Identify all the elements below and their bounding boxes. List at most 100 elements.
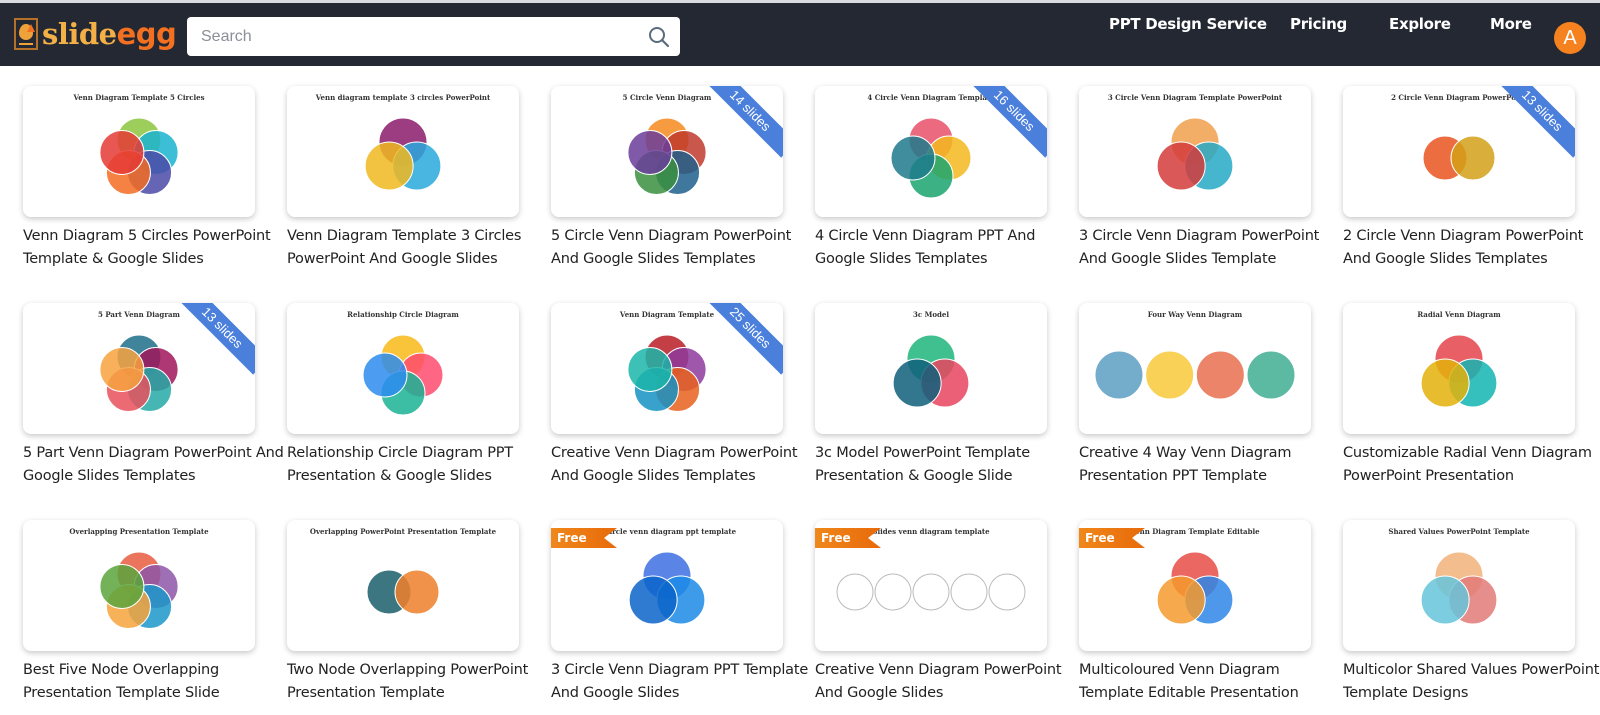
search-button[interactable] (638, 17, 680, 56)
thumbnail-preview: Four Way Venn Diagram (1094, 310, 1296, 400)
nav-explore[interactable]: Explore (1389, 15, 1451, 33)
template-thumbnail[interactable]: 3 circle venn diagram ppt template Free (551, 520, 783, 651)
template-thumbnail[interactable]: Four Way Venn Diagram (1079, 303, 1311, 434)
venn-circle (836, 573, 874, 611)
thumbnail-title: Overlapping Presentation Template (69, 527, 209, 536)
venn-circle (99, 129, 145, 175)
venn-circle (950, 573, 988, 611)
template-thumbnail[interactable]: Venn Diagram Template Editable Free (1079, 520, 1311, 651)
venn-circle (1420, 575, 1470, 625)
venn-circle (628, 575, 678, 625)
template-title-link[interactable]: Venn Diagram Template 3 Circles PowerPoi… (287, 225, 549, 271)
template-card[interactable]: 5 Circle Venn Diagram 14 slides 5 Circle V… (551, 86, 791, 271)
venn-circle (1156, 141, 1206, 191)
thumbnail-title: Venn Diagram Template 5 Circles (72, 93, 204, 102)
template-title-link[interactable]: 4 Circle Venn Diagram PPT And Google Sli… (815, 225, 1077, 271)
thumbnail-title: Venn Diagram Template (619, 310, 715, 319)
venn-circle (362, 352, 408, 398)
template-title-link[interactable]: Best Five Node Overlapping Presentation … (23, 659, 285, 705)
template-thumbnail[interactable]: 5 Part Venn Diagram 13 slides (23, 303, 255, 434)
thumbnail-preview: 3c Model (892, 310, 970, 408)
template-thumbnail[interactable]: 3c Model (815, 303, 1047, 434)
logo-text-slide: slide (42, 17, 117, 51)
thumbnail-preview: Venn diagram template 3 circles PowerPoi… (315, 93, 491, 191)
template-card[interactable]: Shared Values PowerPoint Template Multico… (1343, 520, 1599, 705)
venn-circle (890, 135, 936, 181)
template-title-link[interactable]: 3 Circle Venn Diagram PowerPoint And Goo… (1079, 225, 1341, 271)
template-title-link[interactable]: Creative Venn Diagram PowerPoint And Goo… (815, 659, 1077, 705)
slideegg-logo[interactable]: slideegg (14, 17, 177, 51)
template-thumbnail[interactable]: 2 Circle Venn Diagram PowerPoint 13 slide… (1343, 86, 1575, 217)
template-title-link[interactable]: Creative 4 Way Venn Diagram Presentation… (1079, 442, 1341, 488)
template-thumbnail[interactable]: Shared Values PowerPoint Template (1343, 520, 1575, 651)
template-thumbnail[interactable]: Venn diagram template 3 circles PowerPoi… (287, 86, 519, 217)
venn-circle (1420, 358, 1470, 408)
template-thumbnail[interactable]: Radial Venn Diagram (1343, 303, 1575, 434)
nav-ppt-design-service[interactable]: PPT Design Service (1109, 15, 1267, 33)
thumbnail-title: 5 Circle Venn Diagram (623, 93, 712, 102)
template-card[interactable]: 3 circle venn diagram ppt template Free 3 … (551, 520, 808, 705)
template-thumbnail[interactable]: 3 Circle Venn Diagram Template PowerPoin… (1079, 86, 1311, 217)
thumbnail-title: Relationship Circle Diagram (347, 310, 459, 319)
template-card[interactable]: Overlapping PowerPoint Presentation Temp… (287, 520, 528, 705)
venn-circle (394, 569, 440, 615)
template-card[interactable]: 3c Model 3c Model PowerPoint Template Pre… (815, 303, 1051, 488)
template-title-link[interactable]: Relationship Circle Diagram PPT Presenta… (287, 442, 549, 488)
template-card[interactable]: Venn diagram template 3 circles PowerPoi… (287, 86, 523, 271)
nav-more[interactable]: More (1490, 15, 1532, 33)
template-title-link[interactable]: Creative Venn Diagram PowerPoint And Goo… (551, 442, 813, 488)
template-thumbnail[interactable]: Venn Diagram Template 25 slides (551, 303, 783, 434)
template-thumbnail[interactable]: Overlapping Presentation Template (23, 520, 255, 651)
thumbnail-preview: Shared Values PowerPoint Template (1388, 527, 1530, 625)
thumbnail-preview: Overlapping Presentation Template (69, 527, 209, 630)
template-thumbnail[interactable]: 5 Circle Venn Diagram 14 slides (551, 86, 783, 217)
search-input[interactable] (187, 17, 638, 56)
template-thumbnail[interactable]: Overlapping PowerPoint Presentation Temp… (287, 520, 519, 651)
template-card[interactable]: Venn Diagram Template Editable Free Multic… (1079, 520, 1315, 705)
template-title-link[interactable]: 2 Circle Venn Diagram PowerPoint And Goo… (1343, 225, 1600, 271)
thumbnail-preview: Relationship Circle Diagram (347, 310, 459, 416)
user-avatar[interactable]: A (1554, 22, 1586, 54)
template-thumbnail[interactable]: Relationship Circle Diagram (287, 303, 519, 434)
template-thumbnail[interactable]: Slides venn diagram template Free (815, 520, 1047, 651)
thumbnail-title: Venn Diagram Template Editable (1129, 527, 1260, 536)
template-card[interactable]: Venn Diagram Template 5 Circles Venn Diag… (23, 86, 271, 271)
template-thumbnail[interactable]: 4 Circle Venn Diagram Template 16 slides (815, 86, 1047, 217)
venn-circle (874, 573, 912, 611)
thumbnail-title: Slides venn diagram template (872, 527, 990, 536)
nav-pricing[interactable]: Pricing (1290, 15, 1347, 33)
thumbnail-title: 5 Part Venn Diagram (98, 310, 181, 319)
template-title-link[interactable]: 3c Model PowerPoint Template Presentatio… (815, 442, 1077, 488)
template-title-link[interactable]: 5 Circle Venn Diagram PowerPoint And Goo… (551, 225, 813, 271)
template-card[interactable]: 3 Circle Venn Diagram Template PowerPoin… (1079, 86, 1319, 271)
template-card[interactable]: 4 Circle Venn Diagram Template 16 slides 4… (815, 86, 1051, 271)
venn-circle (1094, 350, 1144, 400)
template-title-link[interactable]: Customizable Radial Venn Diagram PowerPo… (1343, 442, 1600, 488)
template-title-link[interactable]: Two Node Overlapping PowerPoint Presenta… (287, 659, 549, 705)
top-nav-bar: slideegg PPT Design Service Pricing Expl… (0, 0, 1600, 66)
venn-circle (1246, 350, 1296, 400)
template-card[interactable]: 5 Part Venn Diagram 13 slides 5 Part Venn … (23, 303, 284, 488)
template-card[interactable]: 2 Circle Venn Diagram PowerPoint 13 slide… (1343, 86, 1583, 271)
template-card[interactable]: Four Way Venn Diagram Creative 4 Way Venn… (1079, 303, 1315, 488)
template-title-link[interactable]: Multicoloured Venn Diagram Template Edit… (1079, 659, 1341, 705)
template-title-link[interactable]: 5 Part Venn Diagram PowerPoint And Googl… (23, 442, 285, 488)
template-card[interactable]: Overlapping Presentation Template Best Fi… (23, 520, 259, 705)
search-bar (187, 17, 680, 56)
thumbnail-title: 3c Model (913, 310, 949, 319)
template-card[interactable]: Slides venn diagram template Free Creative… (815, 520, 1062, 705)
thumbnail-title: Four Way Venn Diagram (1148, 310, 1243, 319)
venn-circle (627, 129, 673, 175)
template-thumbnail[interactable]: Venn Diagram Template 5 Circles (23, 86, 255, 217)
template-card[interactable]: Relationship Circle Diagram Relationship … (287, 303, 523, 488)
template-title-link[interactable]: Venn Diagram 5 Circles PowerPoint Templa… (23, 225, 285, 271)
thumbnail-title: Venn diagram template 3 circles PowerPoi… (315, 93, 491, 102)
template-card[interactable]: Venn Diagram Template 25 slides Creative V… (551, 303, 798, 488)
thumbnail-title: Radial Venn Diagram (1417, 310, 1501, 319)
venn-circle (892, 358, 942, 408)
template-title-link[interactable]: Multicolor Shared Values PowerPoint Temp… (1343, 659, 1600, 705)
template-card[interactable]: Radial Venn Diagram Customizable Radial V… (1343, 303, 1592, 488)
template-title-link[interactable]: 3 Circle Venn Diagram PPT Template And G… (551, 659, 813, 705)
venn-circle (627, 346, 673, 392)
thumbnail-preview: Overlapping PowerPoint Presentation Temp… (310, 527, 497, 615)
